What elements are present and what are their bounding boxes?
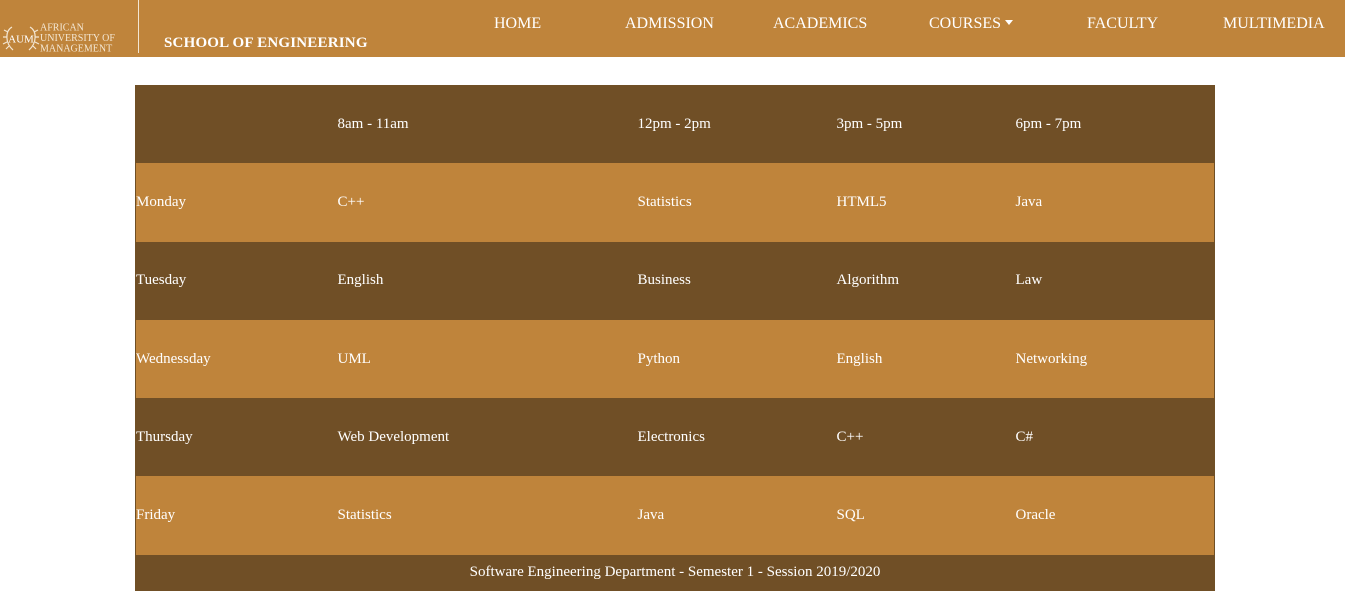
- nav-courses-dropdown[interactable]: COURSES: [929, 15, 1014, 33]
- table-row: Friday Statistics Java SQL Oracle: [135, 476, 1215, 555]
- course-cell: SQL: [836, 507, 865, 524]
- course-cell: UML: [337, 350, 371, 367]
- course-cell: Business: [637, 272, 691, 289]
- day-cell: Wednessday: [136, 350, 211, 367]
- school-title: SCHOOL OF ENGINEERING: [164, 35, 368, 51]
- column-header: 8am - 11am: [337, 115, 409, 132]
- logo-badge-text: AUM: [8, 34, 34, 46]
- university-logo[interactable]: AUM AFRICAN UNIVERSITY OF MANAGEMENT: [0, 0, 138, 57]
- nav-academics-link[interactable]: ACADEMICS: [773, 15, 867, 33]
- nav-courses-label: COURSES: [929, 15, 1002, 32]
- course-cell: Networking: [1015, 350, 1088, 367]
- column-header: 6pm - 7pm: [1015, 115, 1082, 132]
- course-cell: Statistics: [337, 507, 392, 524]
- nav-faculty-link[interactable]: FACULTY: [1087, 15, 1158, 33]
- logo-line-3: MANAGEMENT: [40, 44, 112, 55]
- table-row: Monday C++ Statistics HTML5 Java: [135, 163, 1215, 242]
- course-cell: Python: [637, 350, 681, 367]
- column-header: 12pm - 2pm: [637, 115, 711, 132]
- course-cell: Oracle: [1015, 507, 1056, 524]
- logo-divider: [138, 0, 139, 53]
- laurel-wreath-icon: AUM AFRICAN UNIVERSITY OF MANAGEMENT: [2, 23, 115, 55]
- day-cell: Thursday: [136, 428, 193, 445]
- day-cell: Tuesday: [136, 272, 187, 289]
- course-cell: C#: [1015, 428, 1034, 445]
- day-cell: Monday: [136, 193, 186, 210]
- course-cell: HTML5: [836, 193, 887, 210]
- course-cell: Electronics: [637, 428, 705, 445]
- course-cell: English: [836, 350, 883, 367]
- table-row: Wednessday UML Python English Networking: [135, 319, 1215, 399]
- course-cell: English: [337, 272, 384, 289]
- top-navbar: AUM AFRICAN UNIVERSITY OF MANAGEMENT SCH…: [0, 0, 1345, 57]
- day-cell: Friday: [136, 507, 176, 524]
- column-header: [136, 85, 338, 163]
- nav-multimedia-link[interactable]: MULTIMEDIA: [1223, 15, 1325, 33]
- table-footer-row: Software Engineering Department - Semest…: [135, 554, 1215, 591]
- logo-line-2: UNIVERSITY OF: [40, 33, 115, 44]
- course-cell: Algorithm: [836, 272, 900, 289]
- logo-line-1: AFRICAN: [40, 23, 84, 34]
- table-row: Tuesday English Business Algorithm Law: [135, 241, 1215, 320]
- table-row: Thursday Web Development Electronics C++…: [135, 398, 1215, 477]
- caret-down-icon: [1005, 20, 1014, 25]
- course-cell: Statistics: [637, 193, 692, 210]
- course-cell: C++: [836, 428, 864, 445]
- course-cell: Web Development: [337, 428, 450, 445]
- timetable: 8am - 11am 12pm - 2pm 3pm - 5pm 6pm - 7p…: [135, 85, 1215, 591]
- course-cell: Java: [637, 507, 665, 524]
- column-header: 3pm - 5pm: [836, 115, 903, 132]
- nav-home-link[interactable]: HOME: [494, 15, 541, 33]
- table-footer-caption: Software Engineering Department - Semest…: [469, 564, 881, 581]
- course-cell: Law: [1015, 272, 1043, 289]
- course-cell: Java: [1015, 193, 1043, 210]
- nav-admission-link[interactable]: ADMISSION: [625, 15, 714, 33]
- course-cell: C++: [337, 193, 365, 210]
- table-header-row: 8am - 11am 12pm - 2pm 3pm - 5pm 6pm - 7p…: [135, 85, 1215, 164]
